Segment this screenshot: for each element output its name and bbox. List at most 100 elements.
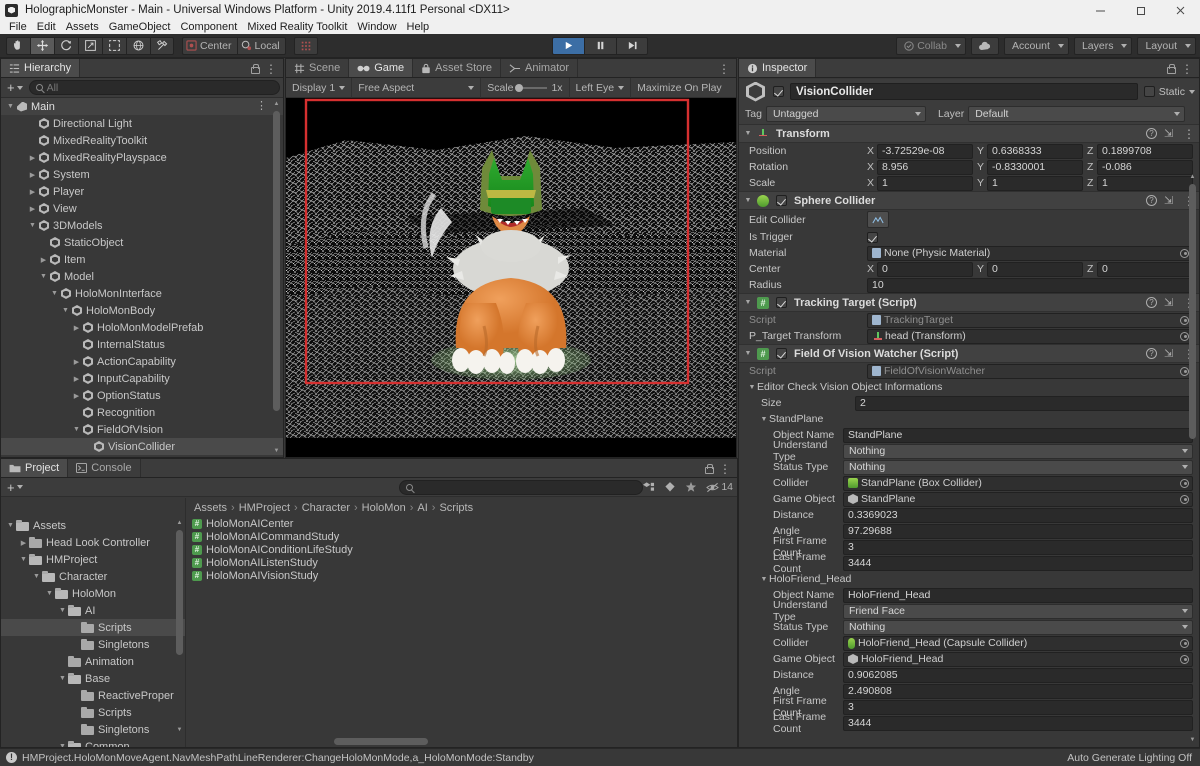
asset-item-holomonaivisionstudy[interactable]: # HoloMonAIVisionStudy [186,569,737,582]
project-folder-scripts[interactable]: Scripts [1,619,185,636]
checkbox-field[interactable] [867,231,878,243]
chevron-right-icon[interactable] [27,188,38,196]
foldout-standplane[interactable]: ▼ StandPlane [739,411,1199,427]
tab-console[interactable]: Console [68,459,141,477]
project-folder-base[interactable]: ▼ Base [1,670,185,687]
object-enabled-checkbox[interactable] [773,86,784,97]
preset-icon[interactable] [1164,348,1176,359]
project-folder-holomon[interactable]: ▼ HoloMon [1,585,185,602]
layers-button[interactable]: Layers [1073,37,1133,55]
scale-slider-track[interactable] [515,83,548,92]
filter-type-icon[interactable] [642,481,655,493]
project-folder-reactiveproper[interactable]: ReactiveProper [1,687,185,704]
hierarchy-item-recognition[interactable]: Recognition [1,404,283,421]
inspector-menu-icon[interactable]: ⋮ [1181,63,1193,75]
vector3-field[interactable]: X -3.72529e-08 Y 0.6368333 Z 0.1899708 [867,143,1199,159]
hierarchy-item-inputcapability[interactable]: InputCapability [1,370,283,387]
chevron-right-icon[interactable] [27,205,38,213]
hierarchy-item-holomonbody[interactable]: HoloMonBody [1,302,283,319]
layout-button[interactable]: Layout [1137,37,1196,55]
hierarchy-item-main[interactable]: Main ⋮ [1,98,283,115]
tab-asset-store[interactable]: Asset Store [413,59,502,77]
chevron-down-icon[interactable]: ▼ [743,130,753,137]
chevron-down-icon[interactable]: ▼ [743,197,753,204]
chevron-down-icon[interactable]: ▼ [743,299,753,306]
chevron-down-icon[interactable] [49,290,60,297]
collab-button[interactable]: Collab [896,37,966,55]
project-folder-common[interactable]: ▼ Common [1,738,185,747]
preset-icon[interactable] [1164,128,1176,139]
field-y[interactable]: 0 [987,261,1083,277]
object-field[interactable]: FieldOfVisionWatcher [867,363,1193,379]
hierarchy-item-item[interactable]: Item [1,251,283,268]
field-x[interactable]: -3.72529e-08 [877,143,973,159]
dropdown-field[interactable]: Nothing [843,619,1193,635]
field-x[interactable]: 0 [877,261,973,277]
vector3-field[interactable]: X1Y1Z1 [867,175,1199,191]
breadcrumb-item-character[interactable]: Character [302,502,350,514]
project-folder-scripts[interactable]: Scripts [1,704,185,721]
text-field[interactable]: 3 [843,699,1193,715]
display-dropdown[interactable]: Display 1 [286,78,351,98]
object-field[interactable]: None (Physic Material) [867,245,1193,261]
hierarchy-item-optionstatus[interactable]: OptionStatus [1,387,283,404]
component-enabled-checkbox[interactable] [776,297,787,308]
chevron-down-icon[interactable]: ▼ [5,522,16,529]
asset-item-holomonaicenter[interactable]: # HoloMonAICenter [186,517,737,530]
lock-icon[interactable] [1166,63,1176,74]
chevron-right-icon[interactable] [38,256,49,264]
hierarchy-item-holomonlearning[interactable]: HoloMonLearning [1,455,283,457]
object-name-input[interactable]: VisionCollider [790,83,1138,100]
component-enabled-checkbox[interactable] [776,348,787,359]
chevron-right-icon[interactable] [27,154,38,162]
hierarchy-item-system[interactable]: System [1,166,283,183]
field-x[interactable]: 1 [877,175,973,191]
hierarchy-item-fieldofvision[interactable]: FieldOfVIsion [1,421,283,438]
scene-context-menu-icon[interactable]: ⋮ [256,101,267,112]
menu-assets[interactable]: Assets [61,20,104,34]
menu-help[interactable]: Help [402,20,435,34]
tab-hierarchy[interactable]: Hierarchy [1,59,81,77]
field-z[interactable]: -0.086 [1097,159,1193,175]
chevron-down-icon[interactable]: ▼ [759,416,769,423]
text-field[interactable]: HoloFriend_Head [843,587,1193,603]
menu-mixed-reality-toolkit[interactable]: Mixed Reality Toolkit [242,20,352,34]
game-view-canvas[interactable] [286,98,736,457]
hand-tool-icon[interactable] [6,36,30,55]
field-x[interactable]: 8.956 [877,159,973,175]
maximize-on-play-toggle[interactable]: Maximize On Play [631,78,728,98]
project-folder-tree[interactable]: ▼ Assets ▶ Head Look Controller ▼ HMProject ▼ C… [1,517,185,747]
lock-icon[interactable] [704,463,714,474]
project-assets-hscroll-thumb[interactable] [334,738,428,745]
chevron-right-icon[interactable] [71,324,82,332]
help-icon[interactable]: ? [1146,195,1157,206]
tab-scene[interactable]: Scene [286,59,350,77]
chevron-right-icon[interactable] [27,171,38,179]
static-checkbox[interactable] [1143,86,1155,97]
field-z[interactable]: 0 [1097,261,1193,277]
hidden-packages-count[interactable]: 14 [706,481,733,493]
lock-icon[interactable] [250,63,260,74]
project-folder-character[interactable]: ▼ Character [1,568,185,585]
preset-icon[interactable] [1164,195,1176,206]
project-folder-animation[interactable]: Animation [1,653,185,670]
asset-item-holomonaiconditionlifestudy[interactable]: # HoloMonAIConditionLifeStudy [186,543,737,556]
scroll-down-icon[interactable]: ▼ [271,445,282,456]
hierarchy-item-holomonmodelprefab[interactable]: HoloMonModelPrefab [1,319,283,336]
custom-tool-icon[interactable] [150,36,174,55]
step-button[interactable] [616,36,648,55]
chevron-right-icon[interactable] [71,358,82,366]
filter-label-icon[interactable] [664,481,676,493]
pause-button[interactable] [584,36,616,55]
text-field[interactable]: 97.29688 [843,523,1193,539]
hierarchy-item-internalstatus[interactable]: InternalStatus [1,336,283,353]
account-button[interactable]: Account [1004,37,1069,55]
hierarchy-add-button[interactable]: + [4,80,26,95]
hierarchy-item-holomoninterface[interactable]: HoloMonInterface [1,285,283,302]
breadcrumb[interactable]: Assets › HMProject › Character › HoloMon › AI › Sc… [186,498,737,517]
asset-item-holomonailistenstudy[interactable]: # HoloMonAIListenStudy [186,556,737,569]
gameview-menu-icon[interactable]: ⋮ [718,63,730,75]
object-field[interactable]: head (Transform) [867,328,1193,344]
component-enabled-checkbox[interactable] [776,195,787,206]
project-folder-singletons[interactable]: Singletons [1,721,185,738]
